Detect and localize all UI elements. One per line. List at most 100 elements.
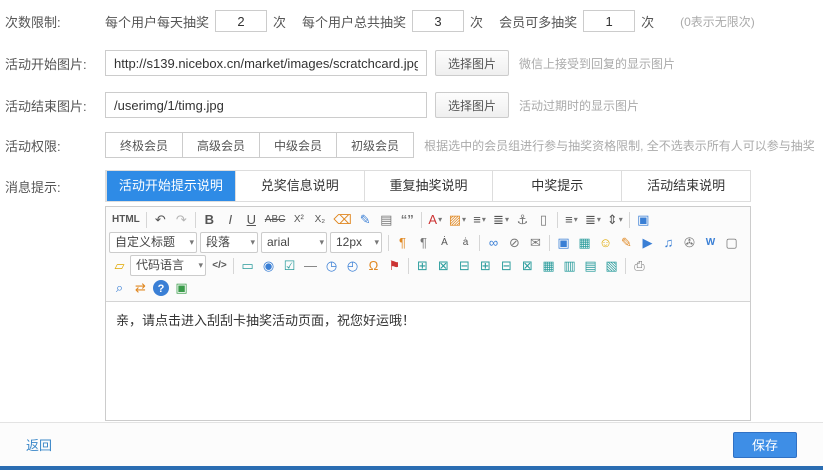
find-replace-icon[interactable]: ⇄ [130,278,151,298]
attachment-icon[interactable]: ✇ [679,233,700,253]
separator [233,258,234,274]
bold-icon[interactable]: B [199,210,220,230]
print-icon[interactable]: ⎙ [629,256,650,276]
radio-icon[interactable]: ◉ [258,256,279,276]
date-icon[interactable]: ◷ [321,256,342,276]
start-image-hint: 微信上接受到回复的显示图片 [519,55,675,72]
end-image-pick-button[interactable]: 选择图片 [435,92,509,118]
paragraph-select[interactable]: 段落 [200,232,258,253]
separator [625,258,626,274]
italic-icon[interactable]: I [220,210,241,230]
undo-icon[interactable]: ↶ [150,210,171,230]
start-image-pick-button[interactable]: 选择图片 [435,50,509,76]
separator [549,235,550,251]
music-icon[interactable]: ♫ [658,233,679,253]
insert-col-icon[interactable]: ⊞ [475,256,496,276]
backcolor-icon[interactable]: ▨ [446,210,469,230]
forecolor-icon[interactable]: A [425,210,446,230]
insert-video-icon[interactable]: ▶ [637,233,658,253]
member-extra-input[interactable] [583,10,635,32]
image-upload-icon[interactable]: ▣ [553,233,574,253]
ordered-list-icon[interactable]: ≡ [469,210,490,230]
per-day-suffix: 次 [273,12,286,31]
strikethrough-icon[interactable]: ABC [262,210,289,230]
checkbox-icon[interactable]: ☑ [279,256,300,276]
per-day-input[interactable] [215,10,267,32]
permission-label: 活动权限: [5,136,105,155]
directionality-rtl-icon[interactable]: ¶ [413,233,434,253]
insert-row-icon[interactable]: ⊟ [454,256,475,276]
directionality-ltr-icon[interactable]: ¶ [392,233,413,253]
merge-cells-icon[interactable]: ▦ [538,256,559,276]
blockquote-icon[interactable]: “” [397,210,418,230]
message-row: 消息提示: 活动开始提示说明兑奖信息说明重复抽奖说明中奖提示活动结束说明 [0,170,823,202]
scrawl-icon[interactable]: ✎ [616,233,637,253]
superscript-icon[interactable]: X² [288,210,309,230]
save-button[interactable]: 保存 [733,432,797,458]
code-language-select[interactable]: 代码语言 [130,255,206,276]
delete-row-icon[interactable]: ⊟ [496,256,517,276]
time-icon[interactable]: ◴ [342,256,363,276]
tab-win-tip[interactable]: 中奖提示 [492,171,621,201]
back-link[interactable]: 返回 [26,435,52,454]
new-page-icon[interactable]: ▯ [533,210,554,230]
merge-right-icon[interactable]: ▤ [580,256,601,276]
unordered-list-icon[interactable]: ≣ [490,210,512,230]
redo-icon[interactable]: ↷ [171,210,192,230]
emotion-icon[interactable]: ☺ [595,233,616,253]
editor-content-area[interactable]: 亲，请点击进入刮刮卡抽奖活动页面，祝您好运哦！ [106,302,750,420]
split-row-icon[interactable]: ▧ [601,256,622,276]
spechars-icon[interactable]: Ω [363,256,384,276]
map-icon[interactable]: ⚑ [384,256,405,276]
touppercase-icon[interactable]: Ȧ [434,233,455,253]
delete-col-icon[interactable]: ⊠ [517,256,538,276]
member-ultimate-button[interactable]: 终极会员 [105,132,183,158]
total-draw-label: 每个用户总共抽奖 [302,12,406,31]
tab-repeat-draw[interactable]: 重复抽奖说明 [364,171,493,201]
mail-icon[interactable]: ✉ [525,233,546,253]
unlink-icon[interactable]: ⊘ [504,233,525,253]
member-extra-suffix: 次 [641,12,654,31]
font-size-select[interactable]: 12px [330,232,382,253]
insert-image-icon[interactable]: ▦ [574,233,595,253]
tab-start-tip[interactable]: 活动开始提示说明 [106,171,235,201]
removeformat-icon[interactable]: ⌫ [330,210,354,230]
toolbar-row-3: ▱代码语言</>▭◉☑—◷◴Ω⚑⊞⊠⊟⊞⊟⊠▦▥▤▧⎙ [109,254,747,277]
delete-table-icon[interactable]: ⊠ [433,256,454,276]
member-senior-button[interactable]: 高级会员 [183,132,260,158]
horizontal-rule-icon[interactable]: — [300,256,321,276]
help-icon[interactable]: ? [153,280,169,296]
source-button[interactable]: HTML [109,210,143,230]
line-height-icon[interactable]: ⇕ [604,210,626,230]
insert-code-icon[interactable]: </> [209,256,230,276]
anchor-icon[interactable]: ⚓ [512,210,533,230]
folder-icon[interactable]: ▱ [109,256,130,276]
subscript-icon[interactable]: X₂ [309,210,330,230]
insert-table-icon[interactable]: ⊞ [412,256,433,276]
underline-icon[interactable]: U [241,210,262,230]
custom-title-select[interactable]: 自定义标题 [109,232,197,253]
end-image-input[interactable] [105,92,427,118]
justify-icon[interactable]: ≡ [561,210,582,230]
tolowercase-icon[interactable]: ȧ [455,233,476,253]
form-icon[interactable]: ▭ [237,256,258,276]
tab-redeem-info[interactable]: 兑奖信息说明 [235,171,364,201]
paragraph-align-icon[interactable]: ≣ [582,210,604,230]
autotypeset-icon[interactable]: ▤ [376,210,397,230]
font-family-select[interactable]: arial [261,232,327,253]
member-junior-button[interactable]: 初级会员 [337,132,414,158]
per-day-label: 每个用户每天抽奖 [105,12,209,31]
toolbar-row-4: ⌕⇄?▣ [109,277,747,299]
snapscreen-icon[interactable]: ▣ [171,278,192,298]
formatmatch-icon[interactable]: ✎ [355,210,376,230]
start-image-input[interactable] [105,50,427,76]
member-middle-button[interactable]: 中级会员 [260,132,337,158]
preview-icon[interactable]: ▢ [721,233,742,253]
fullscreen-icon[interactable]: ▣ [633,210,654,230]
search-icon[interactable]: ⌕ [109,278,130,298]
total-draw-input[interactable] [412,10,464,32]
split-cells-icon[interactable]: ▥ [559,256,580,276]
link-icon[interactable]: ∞ [483,233,504,253]
tab-end-tip[interactable]: 活动结束说明 [621,171,750,201]
word-image-icon[interactable]: W [700,233,721,253]
